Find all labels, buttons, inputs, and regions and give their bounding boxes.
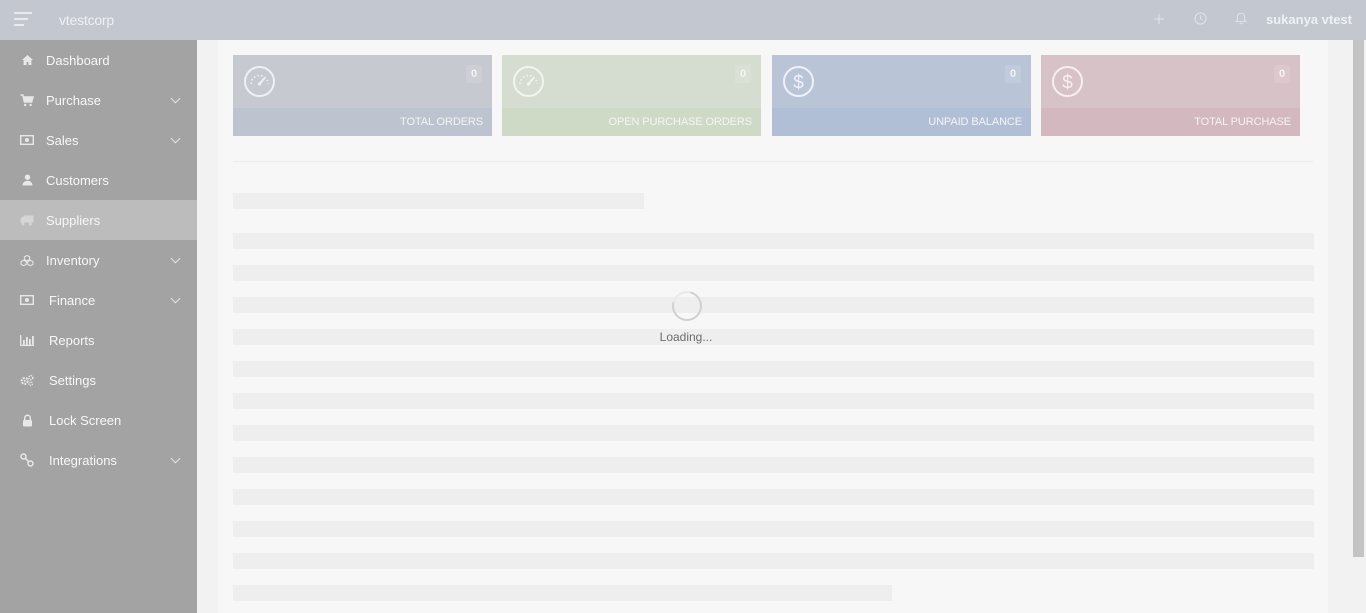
sidebar-item-label: Sales [46, 132, 79, 148]
home-icon [20, 53, 34, 67]
card-count-badge: 0 [1274, 65, 1290, 83]
chevron-down-icon [170, 93, 181, 104]
main-content: 0 TOTAL ORDERS 0 OPEN PURCHASE ORDERS $ … [197, 40, 1366, 613]
skeleton-row [233, 457, 1314, 473]
chevron-down-icon [170, 453, 181, 464]
top-navbar: vtestcorp sukanya vtest [0, 0, 1366, 40]
section-divider [233, 161, 1313, 162]
sidebar-item-sales[interactable]: Sales [0, 120, 197, 160]
skeleton-row [233, 361, 1314, 377]
user-icon [20, 173, 34, 187]
truck-icon [20, 213, 34, 227]
dashboard-gauge-icon [244, 66, 275, 97]
skeleton-title-placeholder [233, 193, 644, 209]
sidebar-item-finance[interactable]: Finance [0, 280, 197, 320]
skeleton-row [233, 265, 1314, 281]
card-label: TOTAL ORDERS [400, 116, 483, 128]
skeleton-row [233, 521, 1314, 537]
bar-chart-icon [20, 333, 34, 347]
sidebar-item-customers[interactable]: Customers [0, 160, 197, 200]
cubes-icon [20, 253, 34, 267]
sidebar-item-label: Finance [49, 292, 96, 308]
sidebar-item-label: Purchase [46, 92, 101, 108]
plus-icon[interactable] [1151, 12, 1167, 28]
card-count-badge: 0 [735, 65, 751, 83]
sidebar-item-suppliers[interactable]: Suppliers [0, 200, 197, 240]
sidebar-item-label: Lock Screen [49, 412, 122, 428]
svg-text:$: $ [1062, 73, 1073, 94]
money-icon [20, 293, 34, 307]
chevron-down-icon [170, 293, 181, 304]
stat-card-open-purchase-orders[interactable]: 0 OPEN PURCHASE ORDERS [502, 55, 761, 136]
dashboard-gauge-icon [513, 66, 544, 97]
sidebar-item-purchase[interactable]: Purchase [0, 80, 197, 120]
bell-icon[interactable] [1233, 12, 1249, 28]
skeleton-row [233, 553, 1314, 569]
brand-name[interactable]: vtestcorp [59, 12, 114, 28]
stat-card-unpaid-balance[interactable]: $ 0 UNPAID BALANCE [772, 55, 1031, 136]
sidebar-item-label: Dashboard [46, 52, 110, 68]
dollar-icon: $ [783, 66, 814, 97]
stat-card-total-orders[interactable]: 0 TOTAL ORDERS [233, 55, 492, 136]
cart-icon [20, 93, 34, 107]
chevron-down-icon [170, 133, 181, 144]
svg-text:$: $ [793, 73, 804, 94]
scrollbar-thumb[interactable] [1353, 40, 1364, 557]
link-icon [20, 453, 34, 467]
sidebar-item-label: Inventory [46, 252, 100, 268]
sidebar-item-integrations[interactable]: Integrations [0, 440, 197, 480]
gears-icon [20, 373, 34, 387]
sidebar-item-dashboard[interactable]: Dashboard [0, 40, 197, 80]
sidebar-item-label: Integrations [49, 452, 117, 468]
card-label: OPEN PURCHASE ORDERS [608, 116, 753, 128]
card-count-badge: 0 [466, 65, 482, 83]
sidebar-item-label: Suppliers [46, 212, 101, 228]
card-label: UNPAID BALANCE [928, 116, 1022, 128]
menu-toggle-icon[interactable] [14, 12, 32, 28]
skeleton-row [233, 297, 1314, 313]
lock-icon [20, 413, 34, 427]
sidebar-item-label: Customers [46, 172, 109, 188]
skeleton-row [233, 425, 1314, 441]
chevron-down-icon [170, 253, 181, 264]
sidebar: Dashboard Purchase Sales Customers Suppl… [0, 40, 197, 613]
user-menu[interactable]: sukanya vtest [1266, 12, 1352, 27]
skeleton-row [233, 393, 1314, 409]
card-label: TOTAL PURCHASE [1194, 116, 1291, 128]
sidebar-item-label: Settings [49, 372, 96, 388]
skeleton-row [233, 233, 1314, 249]
sidebar-item-inventory[interactable]: Inventory [0, 240, 197, 280]
loading-text: Loading... [659, 330, 713, 344]
stat-card-total-purchase[interactable]: $ 0 TOTAL PURCHASE [1041, 55, 1300, 136]
sidebar-item-label: Reports [49, 332, 95, 348]
money-icon [20, 133, 34, 147]
clock-icon[interactable] [1192, 12, 1208, 28]
dollar-icon: $ [1052, 66, 1083, 97]
sidebar-item-settings[interactable]: Settings [0, 360, 197, 400]
sidebar-item-lock-screen[interactable]: Lock Screen [0, 400, 197, 440]
card-count-badge: 0 [1005, 65, 1021, 83]
skeleton-row [233, 489, 1314, 505]
skeleton-footer-placeholder [233, 585, 892, 601]
sidebar-item-reports[interactable]: Reports [0, 320, 197, 360]
vertical-scrollbar[interactable] [1350, 40, 1366, 613]
